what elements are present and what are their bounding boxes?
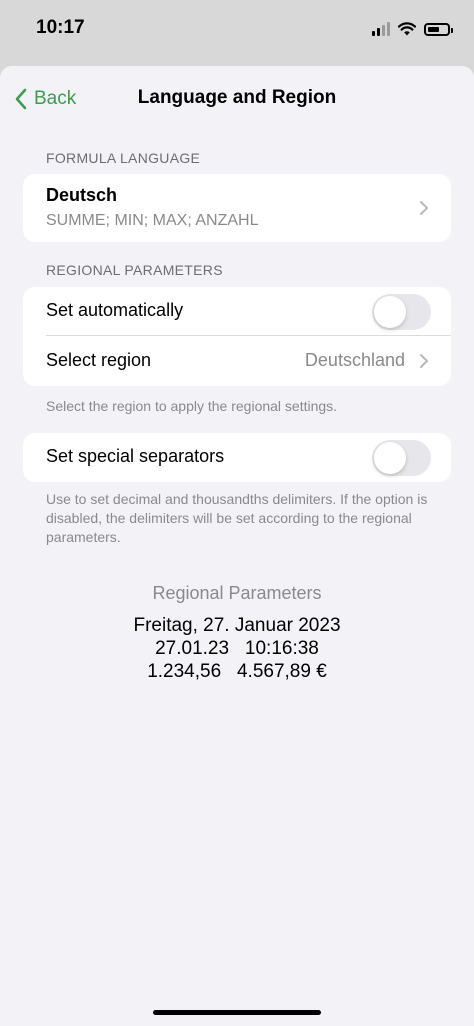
status-time: 10:17 <box>36 17 85 38</box>
chevron-right-icon <box>420 201 428 215</box>
set-automatically-toggle[interactable] <box>372 294 431 330</box>
region-footnote: Select the region to apply the regional … <box>46 398 338 414</box>
status-bar: 10:17 <box>0 0 474 62</box>
separators-footnote: Use to set decimal and thousandths delim… <box>46 491 428 545</box>
select-region-value: Deutschland <box>304 350 405 370</box>
formula-language-name: Deutsch <box>46 185 118 205</box>
home-indicator[interactable] <box>153 1010 321 1015</box>
status-icons <box>372 20 453 38</box>
set-automatically-label: Set automatically <box>46 300 184 320</box>
special-separators-row: Set special separators <box>23 433 451 482</box>
page-title: Language and Region <box>137 87 337 108</box>
preview-short-datetime: 27.01.23 10:16:38 <box>155 638 319 659</box>
regional-parameters-header: REGIONAL PARAMETERS <box>46 262 223 278</box>
cellular-signal-icon <box>372 22 390 36</box>
wifi-icon <box>398 22 416 36</box>
special-separators-toggle[interactable] <box>372 440 431 476</box>
formula-language-header: FORMULA LANGUAGE <box>46 150 201 166</box>
regional-parameters-card: Set automatically Select region Deutschl… <box>23 287 451 386</box>
special-separators-label: Set special separators <box>46 446 225 466</box>
settings-sheet: Back Language and Region FORMULA LANGUAG… <box>0 66 474 1026</box>
formula-language-functions: SUMME; MIN; MAX; ANZAHL <box>46 212 259 229</box>
select-region-label: Select region <box>46 350 152 370</box>
chevron-right-icon <box>420 354 428 368</box>
battery-icon <box>424 22 453 36</box>
preview-long-date: Freitag, 27. Januar 2023 <box>133 615 341 636</box>
regional-preview: Regional Parameters Freitag, 27. Januar … <box>0 583 474 683</box>
select-region-row[interactable]: Select region Deutschland <box>23 336 451 386</box>
preview-title: Regional Parameters <box>152 583 322 603</box>
formula-language-row[interactable]: Deutsch SUMME; MIN; MAX; ANZAHL <box>23 174 451 242</box>
preview-numbers: 1.234,56 4.567,89 € <box>147 661 327 682</box>
set-automatically-row: Set automatically <box>23 287 451 336</box>
